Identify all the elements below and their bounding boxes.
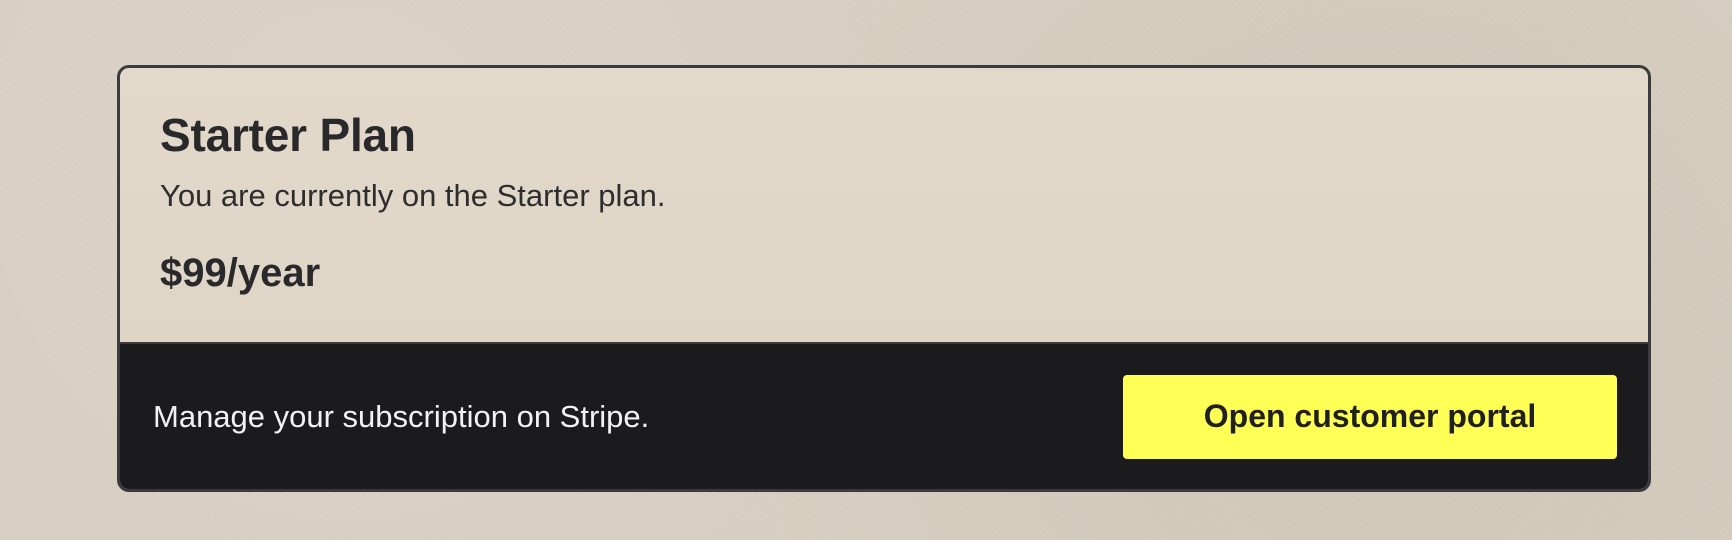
plan-title: Starter Plan: [160, 109, 416, 161]
subscription-card: Starter Plan You are currently on the St…: [117, 65, 1651, 492]
manage-subscription-footer: Manage your subscription on Stripe. Open…: [120, 342, 1648, 489]
plan-price: $99/year: [160, 251, 321, 295]
open-customer-portal-button[interactable]: Open customer portal: [1123, 374, 1617, 459]
plan-description: You are currently on the Starter plan.: [160, 178, 666, 213]
plan-info-section: Starter Plan You are currently on the St…: [120, 68, 1648, 342]
manage-subscription-text: Manage your subscription on Stripe.: [153, 398, 650, 434]
